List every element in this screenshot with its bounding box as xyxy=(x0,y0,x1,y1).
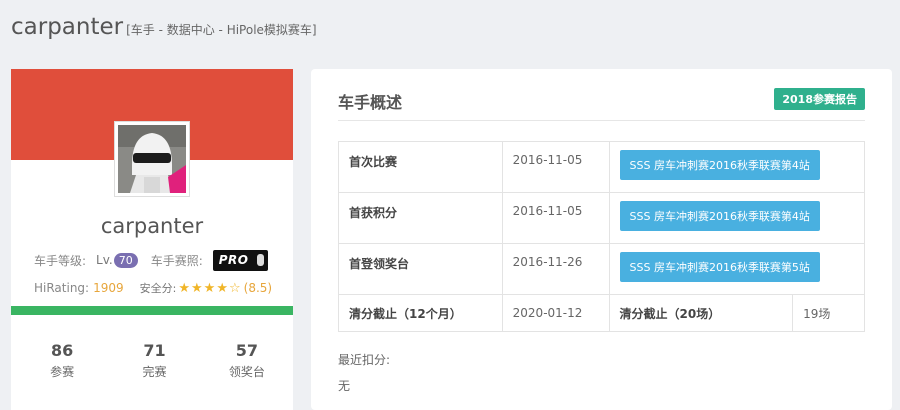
hirating-value: 1909 xyxy=(93,281,124,295)
driver-meta-row: 车手等级: Lv. 70 车手赛照: PRO xyxy=(11,249,293,271)
stat-podiums: 57 领奖台 xyxy=(201,341,293,380)
row-date: 2016-11-05 xyxy=(501,141,610,193)
driver-name: carpanter xyxy=(100,214,204,238)
summary-title: 车手概述 xyxy=(338,93,403,112)
driver-stats: 86 参赛 71 完赛 57 领奖台 xyxy=(11,341,293,380)
star-filled-icon: ★ xyxy=(216,280,229,296)
rating-progress-bar xyxy=(11,306,293,315)
page-title: carpanter xyxy=(11,14,124,40)
level-prefix: Lv. xyxy=(96,253,113,267)
season-report-button[interactable]: 2018参赛报告 xyxy=(774,88,865,110)
level-badge: 70 xyxy=(113,252,138,268)
license-label: 车手赛照: xyxy=(150,253,203,268)
page-header: carpanter [车手 - 数据中心 - HiPole模拟赛车] xyxy=(11,14,317,48)
level-label: 车手等级: xyxy=(34,253,87,268)
table-row: 首次比赛 2016-11-05 SSS 房车冲刺赛2016秋季联赛第4站 xyxy=(338,141,865,193)
avatar[interactable] xyxy=(115,122,189,196)
stat-value: 57 xyxy=(235,341,258,360)
divider xyxy=(338,120,865,121)
star-empty-icon: ☆ xyxy=(228,280,242,296)
row-date: 2020-01-12 xyxy=(501,294,610,332)
count-label: 清分截止（20场） xyxy=(608,294,794,332)
row-label: 首获积分 xyxy=(338,192,503,244)
count-value: 19场 xyxy=(792,294,865,332)
stat-value: 71 xyxy=(143,341,166,360)
stat-races: 86 参赛 xyxy=(16,341,108,380)
row-race-cell: SSS 房车冲刺赛2016秋季联赛第4站 xyxy=(608,141,865,193)
safety-stars: ★★★★☆ xyxy=(178,281,241,296)
row-race-cell: SSS 房车冲刺赛2016秋季联赛第5站 xyxy=(608,243,865,295)
star-filled-icon: ★ xyxy=(191,280,204,296)
stat-label: 参赛 xyxy=(50,365,75,379)
race-link[interactable]: SSS 房车冲刺赛2016秋季联赛第5站 xyxy=(619,252,820,282)
race-link[interactable]: SSS 房车冲刺赛2016秋季联赛第4站 xyxy=(619,150,820,180)
safety-score: (8.5) xyxy=(243,281,273,295)
row-label: 清分截止（12个月） xyxy=(338,294,503,332)
row-race-cell: SSS 房车冲刺赛2016秋季联赛第4站 xyxy=(608,192,865,244)
rating-row: HiRating: 1909 安全分: ★★★★☆ (8.5) xyxy=(11,279,293,297)
table-row: 清分截止（12个月） 2020-01-12 清分截止（20场） 19场 xyxy=(338,294,865,332)
stat-value: 86 xyxy=(51,341,74,360)
helmet-driver-icon xyxy=(118,125,186,193)
driver-profile-card: carpanter 车手等级: Lv. 70 车手赛照: PRO HiRatin… xyxy=(11,69,293,410)
table-row: 首登领奖台 2016-11-26 SSS 房车冲刺赛2016秋季联赛第5站 xyxy=(338,243,865,295)
row-date: 2016-11-05 xyxy=(501,192,610,244)
row-date: 2016-11-26 xyxy=(501,243,610,295)
safety-label: 安全分: xyxy=(139,282,177,295)
table-row: 首获积分 2016-11-05 SSS 房车冲刺赛2016秋季联赛第4站 xyxy=(338,192,865,244)
star-filled-icon: ★ xyxy=(178,280,192,296)
license-value: PRO xyxy=(218,252,249,267)
summary-table: 首次比赛 2016-11-05 SSS 房车冲刺赛2016秋季联赛第4站 首获积… xyxy=(338,141,865,332)
rating-progress-fill xyxy=(11,306,293,315)
driver-summary-card: 车手概述 2018参赛报告 首次比赛 2016-11-05 SSS 房车冲刺赛2… xyxy=(311,69,892,410)
recent-penalty-label: 最近扣分: xyxy=(338,353,391,367)
stat-label: 完赛 xyxy=(142,365,167,379)
stat-finished: 71 完赛 xyxy=(108,341,200,380)
hirating-label: HiRating: xyxy=(34,281,90,295)
star-filled-icon: ★ xyxy=(203,280,217,296)
recent-penalty-value: 无 xyxy=(338,379,351,393)
row-label: 首次比赛 xyxy=(338,141,503,193)
license-dot-icon xyxy=(256,253,264,266)
stat-label: 领奖台 xyxy=(228,365,265,379)
page-breadcrumb: [车手 - 数据中心 - HiPole模拟赛车] xyxy=(126,23,317,37)
race-link[interactable]: SSS 房车冲刺赛2016秋季联赛第4站 xyxy=(619,201,820,231)
license-badge[interactable]: PRO xyxy=(212,249,268,271)
row-label: 首登领奖台 xyxy=(338,243,503,295)
